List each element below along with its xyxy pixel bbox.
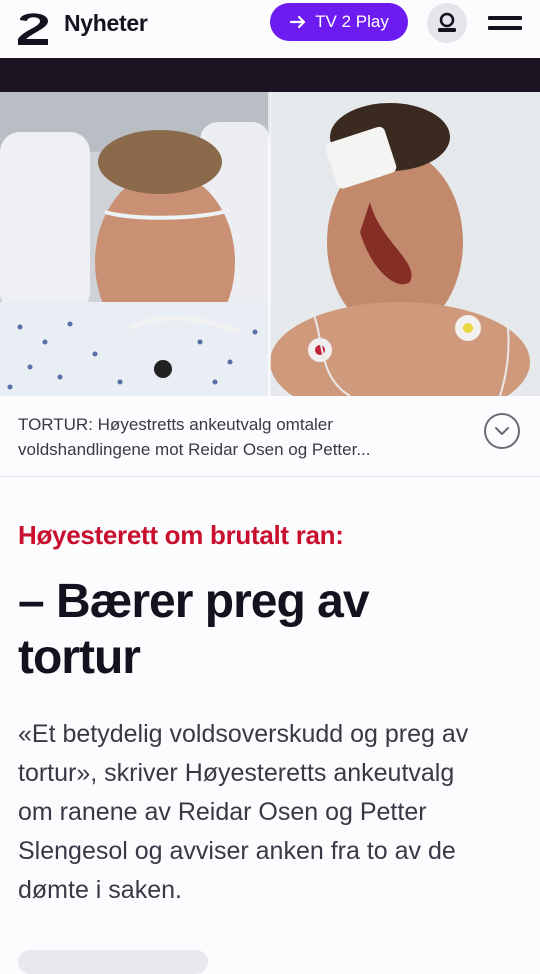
article-photo[interactable] [0,92,540,396]
photo-caption-line: voldshandlingene mot Reidar Osen og Pett… [18,440,371,459]
hamburger-menu-icon [488,26,522,30]
menu-button[interactable] [488,10,524,36]
photo-left-hospital-patient [0,92,270,396]
user-icon [438,12,456,32]
photo-caption-row: TORTUR: Høyestretts ankeutvalg omtaler v… [0,396,540,477]
byline-placeholder [18,950,208,974]
profile-button[interactable] [427,3,467,43]
photo-caption: TORTUR: Høyestretts ankeutvalg omtaler v… [18,412,458,462]
expand-caption-button[interactable] [484,413,520,449]
arrow-right-icon [290,15,306,29]
lead-line: dømte i saken. [18,876,182,904]
headline-line: – Bærer preg av [18,575,370,628]
hamburger-menu-icon [488,16,522,20]
lead-line: tortur», skriver Høyesteretts ankeutvalg [18,759,455,787]
chevron-down-icon [495,427,509,435]
article-headline: – Bærer preg av tortur [18,574,518,686]
top-banner [0,58,540,92]
tv2-play-button[interactable]: TV 2 Play [270,3,408,41]
section-title[interactable]: Nyheter [64,10,148,37]
photo-right-injured-man [270,92,540,396]
tv2-play-label: TV 2 Play [315,12,389,31]
photo-caption-line: TORTUR: Høyestretts ankeutvalg omtaler [18,415,333,434]
article-kicker: Høyesterett om brutalt ran: [18,520,344,550]
lead-line: om ranene av Reidar Osen og Petter [18,798,427,826]
headline-line: tortur [18,631,141,684]
lead-line: «Et betydelig voldsoverskudd og preg av [18,720,469,748]
tv2-logo-icon[interactable] [14,6,54,46]
article-lead: «Et betydelig voldsoverskudd og preg av … [18,715,528,910]
top-header: Nyheter TV 2 Play [0,0,540,58]
lead-line: Slengesol og avviser anken fra to av de [18,837,456,865]
